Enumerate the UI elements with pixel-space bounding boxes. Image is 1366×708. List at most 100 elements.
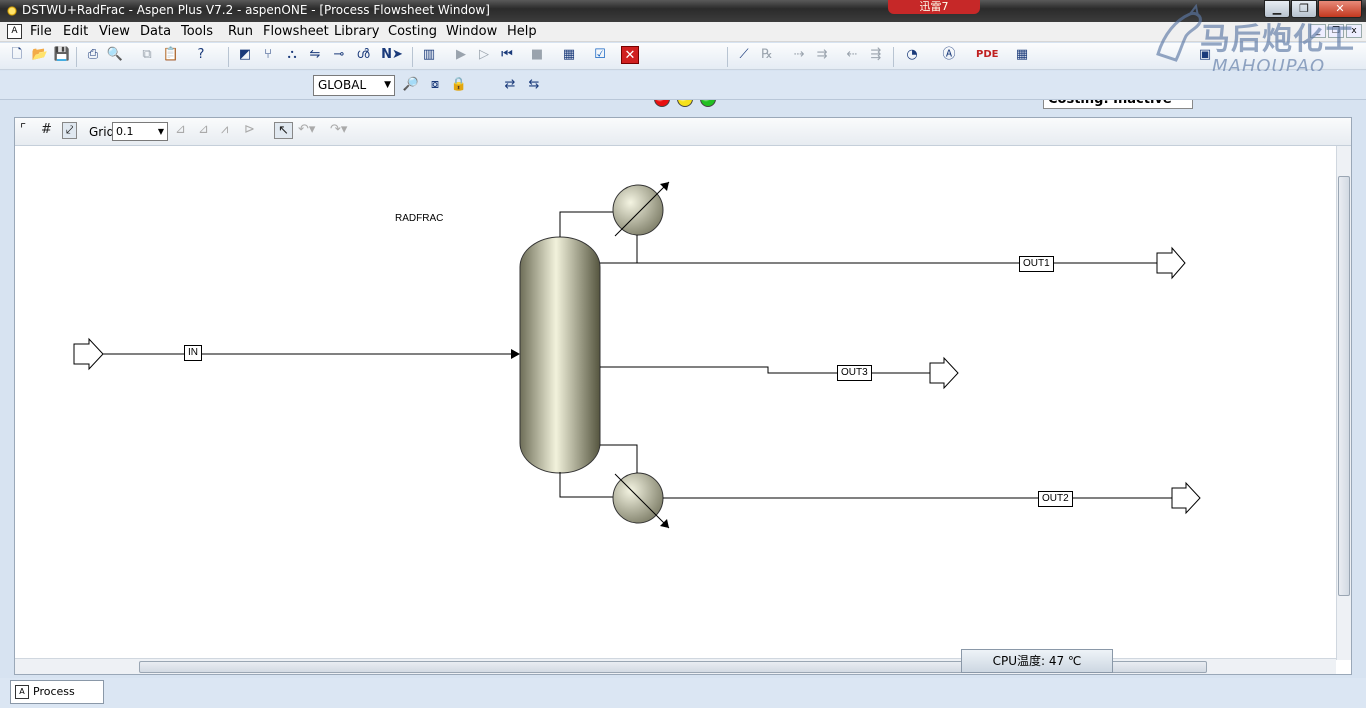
menu-help[interactable]: Help (507, 24, 537, 39)
components-icon[interactable]: ⑂ (259, 46, 277, 64)
plot-wizard-icon[interactable]: ⟋ (735, 46, 753, 64)
undo-icon[interactable]: ↶▾ (298, 122, 315, 137)
model-library-icon[interactable]: Ⓐ (940, 46, 958, 64)
grid-size-select[interactable]: 0.1 ▼ (112, 122, 168, 141)
horizontal-scrollbar[interactable] (15, 658, 1336, 674)
stream-label-out2[interactable]: OUT2 (1038, 491, 1073, 507)
flowsheet-reconnect-icon[interactable]: ⇆ (525, 76, 543, 94)
stream-label-out3[interactable]: OUT3 (837, 365, 872, 381)
menu-view[interactable]: View (99, 24, 130, 39)
feed-stream-in[interactable] (73, 337, 520, 371)
select-pointer-icon[interactable]: ↖ (274, 122, 293, 139)
menu-run[interactable]: Run (228, 24, 253, 39)
vertical-scroll-thumb[interactable] (1338, 176, 1350, 596)
stream-out1[interactable] (637, 246, 1186, 280)
table-grid-icon[interactable]: ▦ (1013, 46, 1031, 64)
step-icon[interactable]: ▶ (452, 46, 470, 64)
print-icon[interactable]: ⎙ (84, 46, 102, 64)
stream-result-icon[interactable]: ⇢ (790, 46, 808, 64)
print-preview-icon[interactable]: 🔍 (106, 46, 124, 64)
process-flowsheet-tab-label: Process Flo... (33, 685, 75, 708)
pde-icon[interactable]: PDE (976, 46, 998, 64)
menu-flowsheet[interactable]: Flowsheet (263, 24, 329, 39)
toolbar-separator (412, 47, 413, 67)
flowsheet-doc-icon: A (15, 685, 29, 699)
radfrac-column[interactable] (519, 236, 601, 474)
process-flowsheet-window: ⌜ # ⤦ Grid 0.1 ▼ ⊿ ⊿ ⩘ ⊳ ↖ ↶▾ ↷▾ RADFRAC… (14, 117, 1352, 675)
mahoupao-watermark: 马后炮化工 MAHOUPAO (1150, 4, 1366, 80)
flowsheet-toolbar: ⌜ # ⤦ Grid 0.1 ▼ ⊿ ⊿ ⩘ ⊳ ↖ ↶▾ ↷▾ (15, 118, 1351, 146)
window-title: DSTWU+RadFrac - Aspen Plus V7.2 - aspenO… (22, 3, 490, 17)
grid-label: Grid (89, 125, 115, 139)
next-icon[interactable]: N➤ (381, 46, 403, 64)
watermark-chinese-text: 马后炮化工 (1200, 22, 1355, 57)
copy-icon[interactable]: ⧉ (138, 46, 156, 64)
open-file-icon[interactable]: 📂 (31, 46, 49, 64)
menu-library[interactable]: Library (334, 24, 379, 39)
chevron-down-icon: ▼ (157, 127, 164, 136)
blocks-icon[interactable]: ⊸ (330, 46, 348, 64)
cpu-temperature-widget: CPU温度: 47 ℃ (961, 649, 1113, 673)
global-select[interactable]: GLOBAL ▼ (313, 75, 395, 96)
menu-window[interactable]: Window (446, 24, 497, 39)
grid-size-value: 0.1 (116, 125, 134, 138)
global-select-value: GLOBAL (318, 78, 367, 92)
analysis-icon[interactable]: ◔ (903, 46, 921, 64)
align-icon[interactable]: ⌜ (20, 122, 26, 137)
paste-icon[interactable]: 📋 (162, 46, 180, 64)
stop-icon[interactable]: ■ (528, 46, 546, 64)
properties-icon[interactable]: ⛬ (283, 46, 301, 64)
flowsheet-canvas[interactable]: RADFRAC IN OUT1 OUT3 OUT2 (15, 146, 1336, 660)
check-results-icon[interactable]: ☑ (591, 46, 609, 64)
block-name-label[interactable]: RADFRAC (395, 213, 443, 224)
stream-label-out1[interactable]: OUT1 (1019, 256, 1054, 272)
snap-grid-icon[interactable]: ⤦ (62, 122, 78, 139)
menu-file[interactable]: File (30, 24, 52, 39)
control-panel-icon[interactable]: ▦ (560, 46, 578, 64)
rotate-right-icon[interactable]: ⊿ (198, 122, 209, 137)
vertical-scrollbar[interactable] (1336, 146, 1351, 660)
stream-forward-icon[interactable]: ⇉ (813, 46, 831, 64)
stream-back-icon[interactable]: ⇠ (843, 46, 861, 64)
toolbar-separator (76, 47, 77, 67)
reinitialize-icon[interactable]: ⏮ (498, 46, 516, 64)
new-file-icon[interactable]: 🗋 (8, 46, 26, 64)
toolbar-separator (228, 47, 229, 67)
data-browser-icon[interactable]: ▥ (420, 46, 438, 64)
cancel-run-icon[interactable]: ✕ (621, 46, 639, 64)
redo-icon[interactable]: ↷▾ (330, 122, 347, 137)
xunlei-badge[interactable]: 迅雷7 (888, 0, 980, 14)
toolbar-separator (727, 47, 728, 67)
stream-out3[interactable] (600, 356, 959, 390)
menu-edit[interactable]: Edit (63, 24, 88, 39)
lock-icon[interactable]: 🔒 (450, 76, 468, 94)
flowsheet-drawing (73, 181, 1201, 529)
menu-tools[interactable]: Tools (181, 24, 213, 39)
stream-label-in[interactable]: IN (184, 345, 202, 361)
sensitivity-icon[interactable]: ൾ (354, 46, 372, 64)
chevron-down-icon: ▼ (384, 80, 391, 90)
flip-vertical-icon[interactable]: ⩘ (221, 122, 228, 137)
stream-out2[interactable] (663, 481, 1201, 515)
rotate-left-icon[interactable]: ⊿ (175, 122, 186, 137)
process-flowsheet-tab[interactable]: A Process Flo... (10, 680, 104, 708)
flowsheet-section-icon[interactable]: ⇄ (501, 76, 519, 94)
save-icon[interactable]: 💾 (53, 46, 71, 64)
window-tab-bar: A Process Flo... (0, 678, 1366, 708)
toolbar-separator (893, 47, 894, 67)
streams-icon[interactable]: ⇋ (306, 46, 324, 64)
menu-costing[interactable]: Costing (388, 24, 437, 39)
find-icon[interactable]: 🔎 (402, 76, 420, 94)
grid-toggle-icon[interactable]: # (41, 122, 52, 137)
flip-horizontal-icon[interactable]: ⊳ (244, 122, 255, 137)
context-help-icon[interactable]: ? (192, 46, 210, 64)
stream-merge-icon[interactable]: ⇶ (867, 46, 885, 64)
plot-icon[interactable]: ℞ (758, 46, 776, 64)
hierarchy-icon[interactable]: ⧇ (426, 76, 444, 94)
secondary-toolbar: 🔎 ⧇ 🔒 ⇄ ⇆ (0, 71, 1366, 171)
document-icon[interactable]: A (7, 24, 22, 39)
run-icon[interactable]: ▷ (475, 46, 493, 64)
setup-icon[interactable]: ◩ (236, 46, 254, 64)
menu-data[interactable]: Data (140, 24, 171, 39)
aspen-app-icon[interactable] (4, 3, 20, 19)
